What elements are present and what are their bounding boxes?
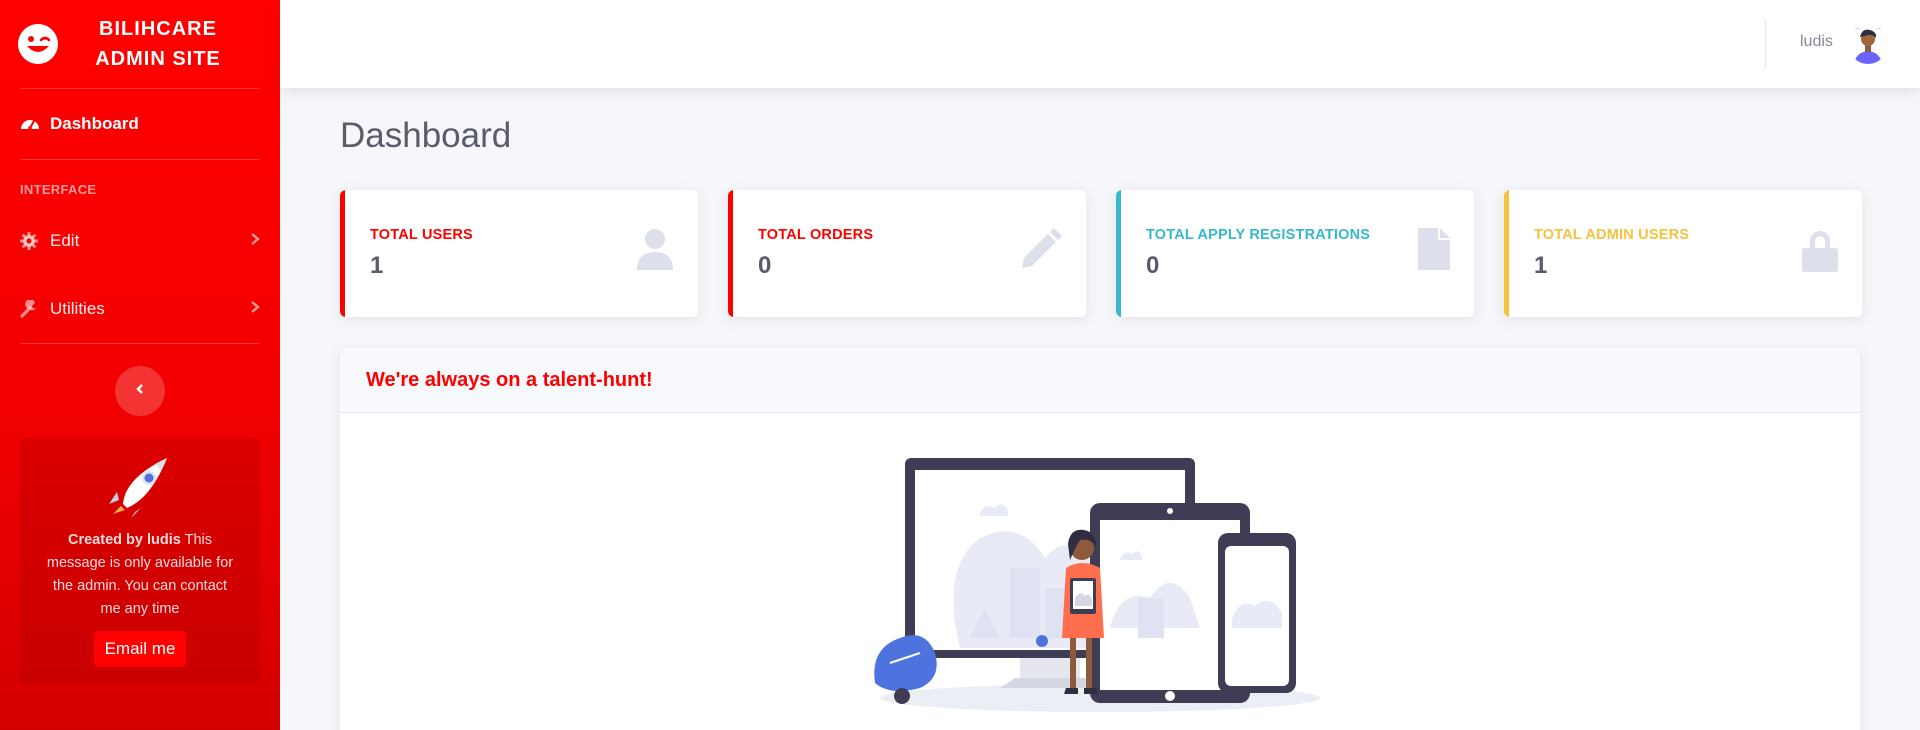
chevron-left-icon [135, 382, 145, 401]
chevron-right-icon [250, 231, 260, 251]
sidebar-heading: INTERFACE [20, 182, 97, 197]
stat-card-total-apply-registrations: TOTAL APPLY REGISTRATIONS 0 [1116, 190, 1474, 317]
sidebar-item-label: Utilities [50, 299, 105, 318]
stat-accent-bar [1116, 190, 1121, 317]
grin-wink-icon [18, 24, 58, 64]
user-name[interactable]: ludis [1800, 33, 1833, 51]
chevron-right-icon [250, 299, 260, 319]
pencil-icon [1018, 228, 1062, 277]
email-me-button[interactable]: Email me [93, 631, 187, 667]
brand-name: BILIHCARE ADMIN SITE [95, 18, 221, 70]
talent-card-title: We're always on a talent-hunt! [366, 369, 653, 391]
stat-accent-bar [340, 190, 345, 317]
stat-label: TOTAL APPLY REGISTRATIONS [1146, 227, 1371, 243]
tachometer-icon [20, 114, 50, 134]
sidebar-item-dashboard[interactable]: Dashboard [0, 89, 280, 159]
stat-accent-bar [1504, 190, 1509, 317]
stat-value: 0 [1146, 252, 1160, 279]
cog-icon [20, 232, 50, 250]
stat-label: TOTAL ADMIN USERS [1534, 227, 1690, 243]
sidebar-item-utilities[interactable]: Utilities [0, 275, 280, 343]
stat-label: TOTAL USERS [370, 227, 473, 243]
talent-card: We're always on a talent-hunt! [340, 348, 1860, 730]
stat-card-total-users: TOTAL USERS 1 [340, 190, 698, 317]
stat-value: 1 [1534, 252, 1548, 279]
sidebar-item-label: Edit [50, 231, 80, 250]
page-title: Dashboard [340, 116, 512, 155]
devices-illustration [870, 448, 1330, 723]
stat-card-total-admin-users: TOTAL ADMIN USERS 1 [1504, 190, 1862, 317]
sidebar-toggle-area [0, 344, 280, 438]
wrench-icon [20, 300, 50, 318]
sidebar: BILIHCARE ADMIN SITE Dashboard INTERFACE [0, 0, 280, 730]
topbar-divider [1765, 20, 1766, 68]
user-icon [636, 228, 674, 275]
promo-creator: Created by ludis [68, 532, 181, 548]
lock-icon [1802, 228, 1838, 277]
stat-card-total-orders: TOTAL ORDERS 0 [728, 190, 1086, 317]
sidebar-item-label: Dashboard [50, 114, 139, 133]
stat-value: 0 [758, 252, 772, 279]
sidebar-item-edit[interactable]: Edit [0, 207, 280, 275]
stat-value: 1 [370, 252, 384, 279]
rocket-icon [105, 458, 175, 522]
sidebar-promo-card: Created by ludis This message is only av… [20, 438, 260, 684]
file-icon [1418, 228, 1450, 275]
stat-label: TOTAL ORDERS [758, 227, 874, 243]
brand[interactable]: BILIHCARE ADMIN SITE [0, 0, 280, 88]
talent-card-header: We're always on a talent-hunt! [340, 348, 1860, 413]
promo-message: Created by ludis This message is only av… [20, 523, 260, 621]
avatar[interactable] [1848, 24, 1888, 64]
stat-accent-bar [728, 190, 733, 317]
sidebar-toggle-button[interactable] [115, 366, 165, 416]
topbar: ludis [280, 0, 1920, 88]
